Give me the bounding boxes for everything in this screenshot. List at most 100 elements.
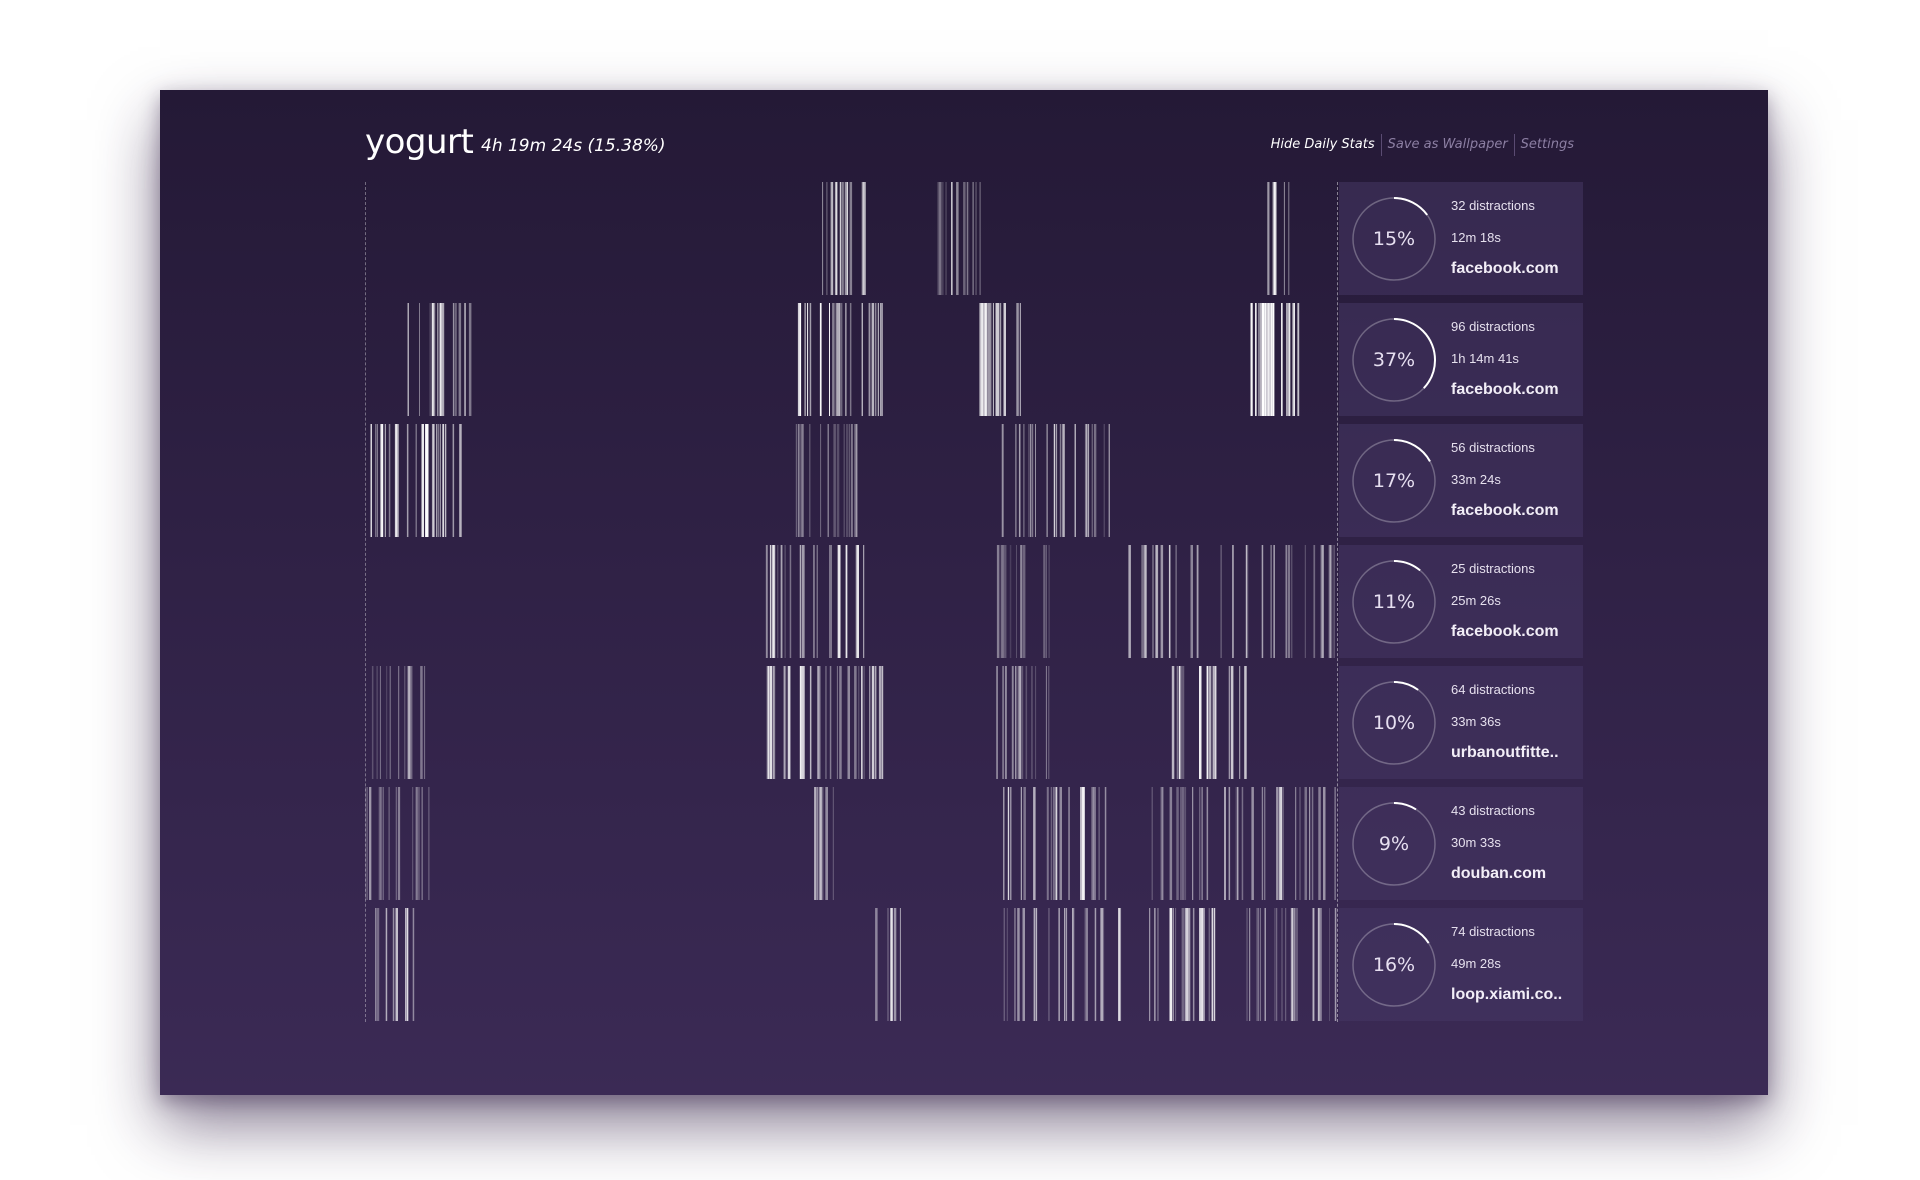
day-timeline [365,182,1337,295]
percent-label: 10% [1372,712,1416,734]
distraction-mark [789,545,792,658]
distraction-mark [406,424,409,537]
distraction-mark [1017,908,1020,1021]
distraction-mark [857,545,859,658]
distraction-mark [1201,908,1204,1021]
distraction-mark [1022,545,1026,658]
distraction-mark [1104,787,1107,900]
distraction-mark [1264,908,1266,1021]
distraction-mark [1003,908,1005,1021]
distraction-mark [1149,908,1151,1021]
distraction-mark [845,303,847,416]
distraction-mark [1192,908,1195,1021]
distraction-mark [437,303,439,416]
top-domain-link[interactable]: facebook.com [1451,381,1559,399]
distraction-mark [1043,545,1045,658]
distraction-mark [1033,787,1036,900]
distraction-mark [995,303,997,416]
distraction-mark [1168,545,1171,658]
distraction-mark [1199,908,1200,1021]
distraction-mark [783,666,785,779]
distraction-mark [1072,908,1075,1021]
distraction-mark [407,303,409,416]
distraction-mark [1157,908,1159,1021]
top-domain-link[interactable]: facebook.com [1451,623,1559,641]
settings-link[interactable]: Settings [1513,134,1580,156]
total-distraction-summary: 4h 19m 24s (15.38%) [481,136,666,156]
distraction-mark [1263,787,1266,900]
distraction-mark [1264,303,1267,416]
distraction-mark [1154,908,1156,1021]
distraction-mark [1084,908,1087,1021]
distraction-time: 30m 33s [1451,835,1501,850]
percent-label: 17% [1372,470,1416,492]
distraction-mark [769,666,773,779]
distraction-mark [937,182,939,295]
distraction-mark [1297,303,1299,416]
distraction-mark [1001,424,1004,537]
distraction-mark [419,303,420,416]
distraction-mark [418,787,420,900]
distraction-mark [869,666,871,779]
distraction-mark [429,303,431,416]
distraction-mark [1256,908,1258,1021]
top-domain-link[interactable]: loop.xiami.co.. [1451,986,1562,1004]
top-domain-link[interactable]: facebook.com [1451,502,1559,520]
app-title: yogurt [365,122,474,162]
distraction-mark [459,424,462,537]
distraction-mark [1220,545,1222,658]
distraction-mark [1019,424,1021,537]
distraction-mark [1320,908,1322,1021]
distraction-mark [861,666,863,779]
distraction-mark [836,666,838,779]
day-row: 15% 32 distractions 12m 18s facebook.com [365,182,1583,295]
distraction-mark [412,787,414,900]
distraction-mark [438,424,440,537]
distraction-mark [1003,303,1006,416]
distraction-mark [1281,908,1283,1021]
distraction-mark [1330,545,1331,658]
percent-label: 15% [1372,228,1416,250]
distraction-mark [772,545,776,658]
distraction-mark [1093,787,1096,900]
distraction-mark [1035,666,1037,779]
distraction-time: 33m 24s [1451,472,1501,487]
distraction-mark [424,666,426,779]
distraction-mark [1334,908,1337,1021]
distraction-mark [1228,666,1231,779]
distraction-mark [406,666,409,779]
distraction-mark [801,666,805,779]
distraction-mark [396,424,398,537]
distraction-mark [772,666,776,779]
hide-daily-stats-link[interactable]: Hide Daily Stats [1265,134,1381,156]
top-domain-link[interactable]: facebook.com [1451,260,1559,278]
distraction-count: 43 distractions [1451,803,1535,818]
distraction-mark [1213,908,1216,1021]
percent-label: 9% [1378,833,1410,855]
save-as-wallpaper-link[interactable]: Save as Wallpaper [1380,134,1514,156]
timeline-svg [370,424,1110,537]
daily-stat-card: 9% 43 distractions 30m 33s douban.com [1339,787,1583,900]
distraction-mark [1212,666,1214,779]
top-domain-link[interactable]: douban.com [1451,865,1546,883]
distraction-mark [1022,908,1025,1021]
distraction-time: 33m 36s [1451,714,1501,729]
distraction-mark [1199,666,1202,779]
distraction-mark [1323,787,1326,900]
distraction-mark [421,787,423,900]
distraction-mark [798,424,799,537]
distraction-mark [1183,666,1185,779]
distraction-mark [809,424,811,537]
distraction-mark [817,787,819,900]
distraction-mark [376,908,380,1021]
distraction-mark [1086,908,1088,1021]
distraction-mark [370,424,372,537]
top-domain-link[interactable]: urbanoutfitte.. [1451,744,1559,762]
distraction-mark [1065,908,1068,1021]
distraction-mark [468,303,472,416]
distraction-mark [984,303,987,416]
distraction-mark [975,182,977,295]
distraction-mark [1169,908,1172,1021]
distraction-mark [1281,787,1284,900]
percent-label: 37% [1372,349,1416,371]
